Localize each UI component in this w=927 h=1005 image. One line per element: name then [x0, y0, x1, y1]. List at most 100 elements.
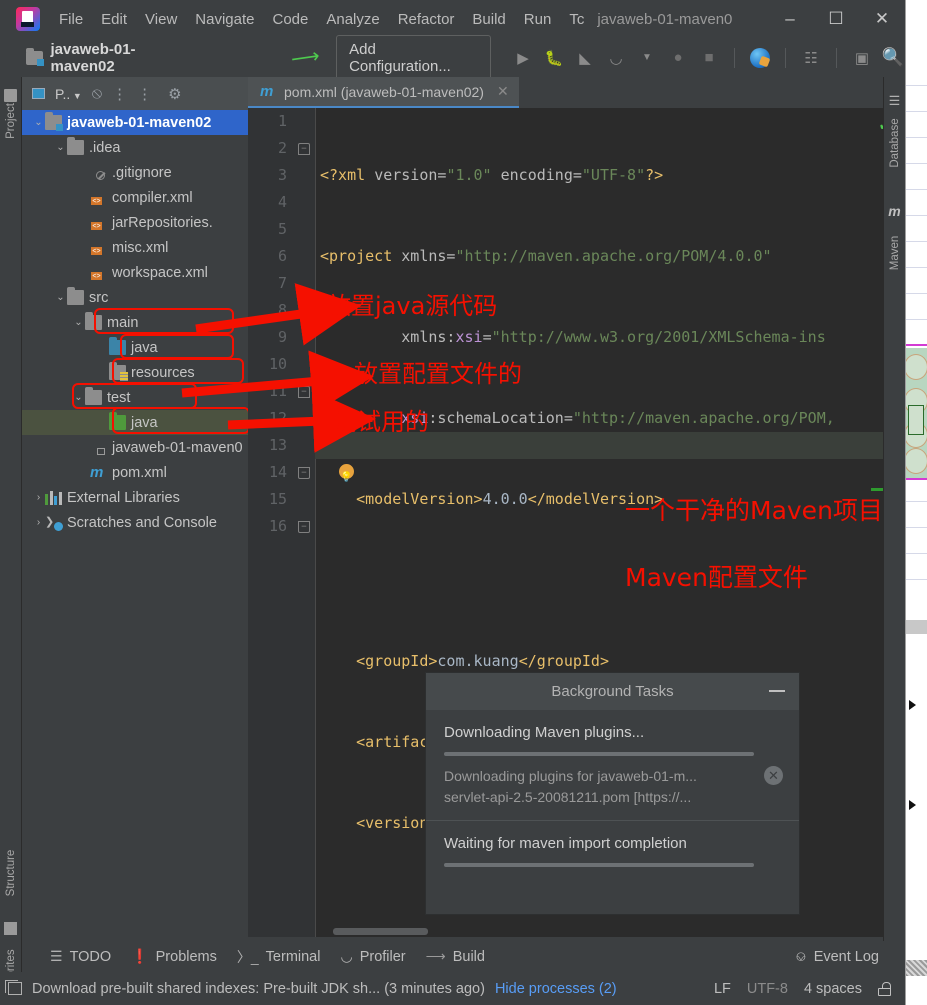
tree-item-project-root[interactable]: ⌄ javaweb-01-maven02 — [22, 110, 248, 135]
cancel-task-button[interactable]: ✕ — [764, 766, 783, 785]
indent-indicator[interactable]: 4 spaces — [804, 981, 862, 997]
chevron-down-icon[interactable]: ▼ — [635, 46, 659, 70]
tree-item-test[interactable]: ⌄ test — [22, 385, 248, 410]
database-icon: ☰ — [888, 93, 901, 108]
window-title: javaweb-01-maven0 — [597, 10, 733, 28]
preview-icon[interactable]: ▣ — [850, 46, 874, 70]
menu-item-refactor[interactable]: Refactor — [389, 8, 464, 31]
bottom-tab-todo[interactable]: ☰ TODO — [50, 948, 111, 965]
sidebar-tab-maven[interactable]: Maven — [889, 228, 901, 278]
tree-item-compiler-xml[interactable]: <> compiler.xml — [22, 185, 248, 210]
xml-file-icon: <> — [91, 197, 102, 205]
project-view-selector[interactable]: P.. ▼ — [55, 86, 82, 102]
unlocked-icon[interactable] — [878, 981, 891, 996]
fold-marker-project-end[interactable]: − — [298, 521, 310, 533]
module-folder-icon — [45, 112, 63, 131]
memory-indicator-icon[interactable] — [5, 980, 22, 995]
sidebar-tab-database[interactable]: Database — [889, 118, 901, 168]
tree-item-src[interactable]: ⌄ src — [22, 285, 248, 310]
fold-marker-project[interactable]: − — [298, 143, 310, 155]
tree-item-main[interactable]: ⌄ main — [22, 310, 248, 335]
run-coverage-icon[interactable]: ◣ — [573, 46, 597, 70]
fold-marker-properties-end[interactable]: − — [298, 467, 310, 479]
event-log-button[interactable]: ⎉ Event Log — [795, 949, 879, 965]
fold-marker-properties[interactable]: − — [298, 386, 310, 398]
project-chip[interactable]: javaweb-01-maven02 — [26, 41, 195, 75]
chevron-right-icon[interactable]: › — [32, 492, 45, 503]
fold-gutter[interactable]: − − − − 💡 — [293, 108, 354, 937]
minimize-icon[interactable] — [769, 690, 785, 692]
close-icon[interactable]: ✕ — [497, 83, 509, 100]
menu-item-run[interactable]: Run — [515, 8, 561, 31]
menu-item-navigate[interactable]: Navigate — [186, 8, 263, 31]
profile-icon[interactable]: ◡ — [604, 46, 628, 70]
bottom-tab-terminal[interactable]: 〉_ Terminal — [237, 947, 321, 967]
encoding-indicator[interactable]: UTF-8 — [747, 981, 788, 997]
tree-item-idea[interactable]: ⌄ .idea — [22, 135, 248, 160]
background-task-item: Waiting for maven import completion — [426, 821, 799, 879]
tree-item-label: javaweb-01-maven02 — [67, 114, 212, 131]
background-tasks-popup[interactable]: Background Tasks Downloading Maven plugi… — [425, 672, 800, 915]
stop-icon[interactable]: ■ — [697, 46, 721, 70]
menu-item-analyze[interactable]: Analyze — [317, 8, 388, 31]
chevron-down-icon[interactable]: ⌄ — [54, 292, 67, 303]
debug-icon[interactable]: 🐛 — [542, 46, 566, 70]
tree-item-main-java[interactable]: java — [22, 335, 248, 360]
tree-item-test-java[interactable]: java — [22, 410, 248, 435]
bottom-tab-label: Build — [452, 948, 485, 965]
status-message[interactable]: Download pre-built shared indexes: Pre-b… — [32, 981, 485, 997]
bottom-tab-problems[interactable]: ❗ Problems — [131, 948, 217, 965]
menu-item-file[interactable]: File — [50, 8, 92, 31]
window-controls[interactable]: – ☐ ✕ — [767, 0, 905, 38]
locate-icon[interactable]: ⦸ — [92, 85, 102, 103]
close-button[interactable]: ✕ — [859, 0, 905, 38]
expand-all-icon[interactable]: ⋮ — [112, 85, 127, 103]
tree-item-misc-xml[interactable]: <> misc.xml — [22, 235, 248, 260]
tree-item-gitignore[interactable]: .gitignore — [22, 160, 248, 185]
menu-item-build[interactable]: Build — [463, 8, 514, 31]
chevron-down-icon[interactable]: ⌄ — [72, 317, 85, 328]
background-task-title: Downloading Maven plugins... — [444, 724, 645, 741]
collapse-all-icon[interactable]: ⋮ — [137, 85, 152, 103]
record-icon[interactable]: ● — [666, 46, 690, 70]
line-separator-indicator[interactable]: LF — [714, 981, 731, 997]
menu-item-edit[interactable]: Edit — [92, 8, 136, 31]
background-window-caret — [909, 700, 916, 710]
gear-icon[interactable]: ⚙ — [168, 85, 181, 103]
sidebar-tab-structure[interactable]: Structure — [5, 848, 17, 898]
chevron-down-icon[interactable]: ⌄ — [54, 142, 67, 153]
menu-item-view[interactable]: View — [136, 8, 186, 31]
tree-item-workspace-xml[interactable]: <> workspace.xml — [22, 260, 248, 285]
search-everywhere-icon[interactable]: 🔍 — [881, 46, 905, 70]
project-view-icon[interactable] — [32, 88, 45, 99]
bottom-tab-profiler[interactable]: ◡ Profiler — [340, 948, 405, 965]
minimize-button[interactable]: – — [767, 0, 813, 38]
project-tree[interactable]: ⌄ javaweb-01-maven02 ⌄ .idea .gitignore … — [22, 110, 248, 982]
chevron-down-icon[interactable]: ⌄ — [72, 392, 85, 403]
build-hammer-icon[interactable]: ⟶ — [290, 43, 322, 72]
bottom-tab-build[interactable]: ⟶ Build — [426, 948, 485, 965]
tree-item-pom-xml[interactable]: m pom.xml — [22, 460, 248, 485]
maximize-button[interactable]: ☐ — [813, 0, 859, 38]
updates-icon[interactable] — [748, 46, 772, 70]
editor-horizontal-scrollbar[interactable] — [333, 928, 428, 935]
add-configuration-button[interactable]: Add Configuration... — [336, 34, 491, 81]
annotation-config-files: 放置配置文件的 — [354, 360, 522, 388]
tree-item-iml[interactable]: javaweb-01-maven0 — [22, 435, 248, 460]
run-toolbar-icons: ▶ 🐛 ◣ ◡ ▼ ● ■ ☷ ▣ 🔍 — [511, 46, 905, 70]
editor-tab-pom-xml[interactable]: m pom.xml (javaweb-01-maven02) ✕ — [248, 77, 519, 108]
menu-item-tools[interactable]: Tc — [560, 8, 593, 31]
tree-item-resources[interactable]: resources — [22, 360, 248, 385]
tree-item-jarrepositories-xml[interactable]: <> jarRepositories. — [22, 210, 248, 235]
sidebar-tab-project[interactable]: Project — [5, 96, 17, 146]
chevron-right-icon[interactable]: › — [32, 517, 45, 528]
left-tool-strip: Project Structure Favorites ★ — [0, 77, 22, 997]
project-structure-icon[interactable]: ☷ — [799, 46, 823, 70]
run-icon[interactable]: ▶ — [511, 46, 535, 70]
tree-item-external-libraries[interactable]: › External Libraries — [22, 485, 248, 510]
hide-processes-link[interactable]: Hide processes (2) — [495, 981, 617, 997]
tree-item-scratches[interactable]: › ❯_ Scratches and Console — [22, 510, 248, 535]
menu-item-code[interactable]: Code — [263, 8, 317, 31]
menu-bar[interactable]: File Edit View Navigate Code Analyze Ref… — [50, 8, 593, 31]
chevron-down-icon[interactable]: ⌄ — [32, 117, 45, 128]
